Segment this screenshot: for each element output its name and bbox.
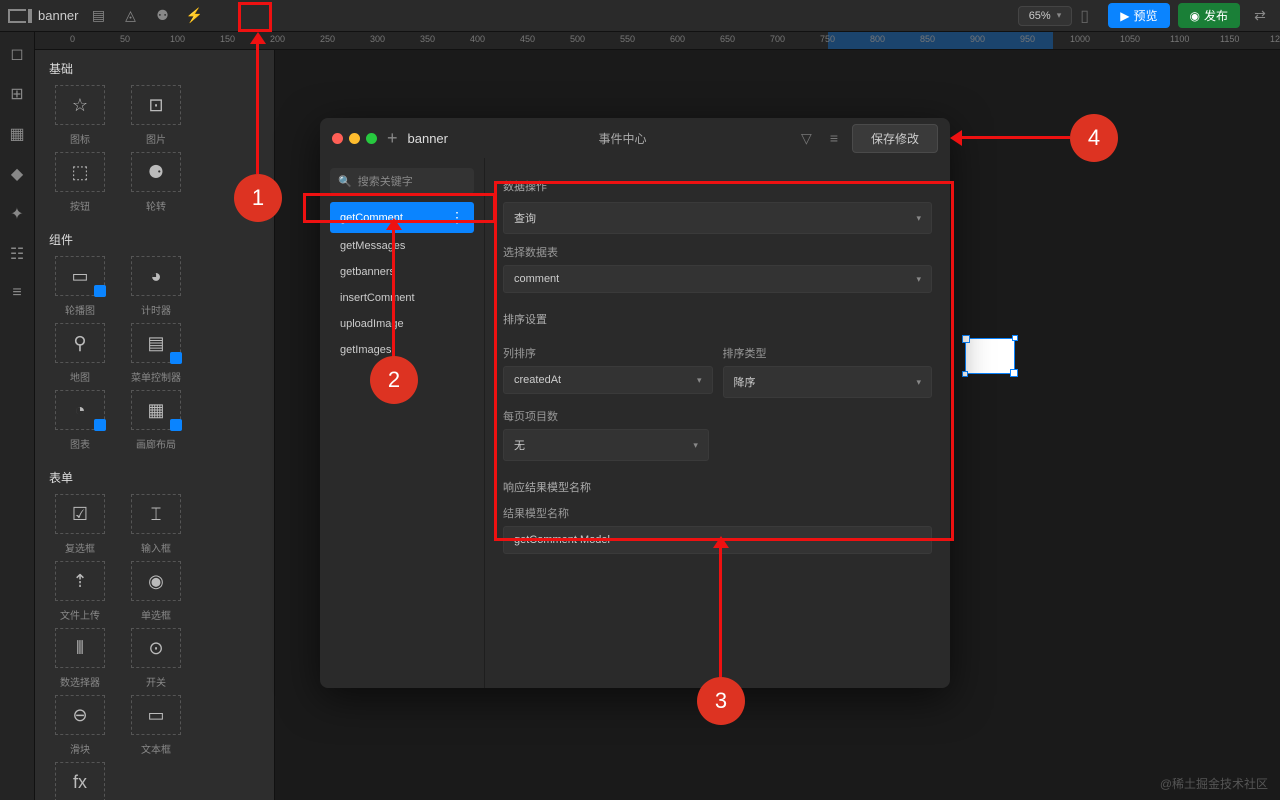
selected-shape[interactable]: [965, 338, 1015, 374]
modal-center-title: 事件中心: [458, 130, 787, 147]
section-data-op: 数据操作: [503, 178, 932, 194]
comp-button[interactable]: ⬚按钮: [45, 152, 115, 213]
table-select[interactable]: comment▾: [503, 265, 932, 293]
query-item[interactable]: getbanners: [330, 259, 474, 285]
comp-formula[interactable]: fx公式输入框: [45, 762, 115, 800]
rail-pin-icon[interactable]: ✦: [10, 204, 23, 224]
filter-icon[interactable]: ▽: [801, 130, 812, 147]
zoom-select[interactable]: 65%▾: [1018, 6, 1073, 26]
comp-timer[interactable]: ◕计时器: [121, 256, 191, 317]
rail-data-icon[interactable]: ≡: [12, 284, 21, 302]
comp-data-picker[interactable]: ⦀数选择器: [45, 628, 115, 689]
comp-input[interactable]: ⌶输入框: [121, 494, 191, 555]
section-model: 响应结果模型名称: [503, 479, 932, 495]
query-list-panel: 🔍 搜索关键字 getComment⋮ getMessages getbanne…: [320, 158, 485, 688]
query-item[interactable]: getMessages: [330, 233, 474, 259]
watermark: @稀土掘金技术社区: [1160, 775, 1268, 792]
arrow-4: [958, 136, 1070, 139]
query-config-panel: 数据操作 查询▾ 选择数据表 comment▾ 排序设置 列排序 created…: [485, 158, 950, 688]
rail-tree-icon[interactable]: ⊞: [10, 84, 23, 104]
marker-3: 3: [697, 677, 745, 725]
marker-4: 4: [1070, 114, 1118, 162]
app-logo-icon: [8, 9, 26, 23]
modal-header: + banner 事件中心 ▽ ≡ 保存修改: [320, 118, 950, 158]
section-basic: 基础: [35, 50, 274, 85]
tool-user-icon[interactable]: ⚉: [150, 4, 174, 28]
model-label: 结果模型名称: [503, 505, 932, 521]
comp-map[interactable]: ⚲地图: [45, 323, 115, 384]
query-item[interactable]: insertComment: [330, 285, 474, 311]
comp-radio[interactable]: ◉单选框: [121, 561, 191, 622]
arrow-2: [392, 223, 395, 358]
comp-upload[interactable]: ⇡文件上传: [45, 561, 115, 622]
query-item-getcomment[interactable]: getComment⋮: [330, 202, 474, 233]
col-sort-select[interactable]: createdAt▾: [503, 366, 713, 394]
stack-icon[interactable]: ≡: [830, 130, 838, 146]
marker-1: 1: [234, 174, 282, 222]
traffic-lights[interactable]: [332, 133, 377, 144]
rail-cube-icon[interactable]: ◻: [10, 44, 23, 64]
section-sort: 排序设置: [503, 311, 932, 327]
add-icon[interactable]: +: [387, 128, 398, 149]
comp-icon[interactable]: ☆图标: [45, 85, 115, 146]
comp-menu-ctrl[interactable]: ▤菜单控制器: [121, 323, 191, 384]
comp-chart[interactable]: ◔图表: [45, 390, 115, 451]
section-components: 组件: [35, 221, 274, 256]
marker-2: 2: [370, 356, 418, 404]
rail-list-icon[interactable]: ☷: [10, 244, 24, 264]
left-rail: ◻ ⊞ ▦ ◆ ✦ ☷ ≡: [0, 32, 35, 800]
more-icon[interactable]: ⋮: [450, 209, 464, 226]
comp-carousel[interactable]: ⚈轮转: [121, 152, 191, 213]
save-button[interactable]: 保存修改: [852, 124, 938, 153]
comp-switch[interactable]: ⊙开关: [121, 628, 191, 689]
rail-grid-icon[interactable]: ▦: [9, 124, 24, 144]
ruler: -300-250-200-150-100-5005010015020025030…: [35, 32, 1280, 50]
operation-select[interactable]: 查询▾: [503, 202, 932, 234]
comp-checkbox[interactable]: ☑复选框: [45, 494, 115, 555]
query-item[interactable]: uploadImage: [330, 311, 474, 337]
project-title: banner: [38, 8, 78, 23]
arrow-1: [256, 36, 259, 174]
page-label: 每页项目数: [503, 408, 932, 424]
settings-icon[interactable]: ⇄: [1248, 4, 1272, 28]
arrow-3: [719, 541, 722, 679]
tool-cloud-icon[interactable]: ◬: [118, 4, 142, 28]
tool-lightning-icon[interactable]: ⚡: [182, 4, 206, 28]
rail-layers-icon[interactable]: ◆: [11, 164, 23, 184]
publish-button[interactable]: ◉ 发布: [1178, 3, 1241, 28]
page-select[interactable]: 无▾: [503, 429, 709, 461]
comp-gallery[interactable]: ▦画廊布局: [121, 390, 191, 451]
comp-carousel-img[interactable]: ▭轮播图: [45, 256, 115, 317]
comp-textbox[interactable]: ▭文本框: [121, 695, 191, 756]
topbar: banner ▤ ◬ ⚉ ⚡ 65%▾ ▯ ▶ 预览 ◉ 发布 ⇄: [0, 0, 1280, 32]
device-icon[interactable]: ▯: [1080, 6, 1100, 26]
comp-image[interactable]: ⊡图片: [121, 85, 191, 146]
comp-slider[interactable]: ⊖滑块: [45, 695, 115, 756]
sort-type-label: 排序类型: [723, 345, 933, 361]
sort-type-select[interactable]: 降序▾: [723, 366, 933, 398]
event-center-modal: + banner 事件中心 ▽ ≡ 保存修改 🔍 搜索关键字 getCommen…: [320, 118, 950, 688]
modal-title: banner: [408, 131, 448, 146]
search-input[interactable]: 🔍 搜索关键字: [330, 168, 474, 194]
section-form: 表单: [35, 459, 274, 494]
preview-button[interactable]: ▶ 预览: [1108, 3, 1169, 28]
table-label: 选择数据表: [503, 244, 932, 260]
col-sort-label: 列排序: [503, 345, 713, 361]
tool-doc-icon[interactable]: ▤: [86, 4, 110, 28]
component-panel: 基础 ☆图标 ⊡图片 ⬚按钮 ⚈轮转 组件 ▭轮播图 ◕计时器 ⚲地图 ▤菜单控…: [35, 50, 275, 800]
